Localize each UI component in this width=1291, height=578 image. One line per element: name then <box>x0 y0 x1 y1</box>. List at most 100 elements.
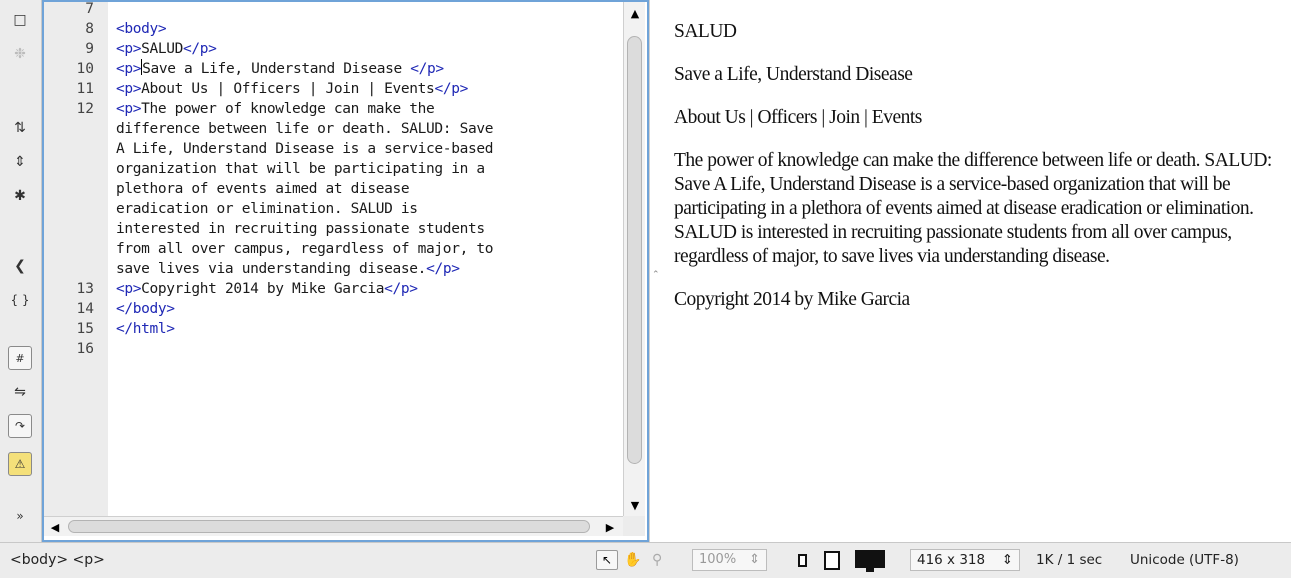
code-area[interactable]: <body> <p>SALUD</p> <p>Save a Life, Unders… <box>116 2 624 536</box>
select-arrows-icon: ⇕ <box>749 552 760 567</box>
expand-all-icon[interactable]: ✱ <box>8 184 32 208</box>
balance-braces-icon[interactable]: { } <box>8 288 32 312</box>
word-wrap-icon[interactable]: ↷ <box>8 414 32 438</box>
zoom-select[interactable]: 100% ⇕ <box>692 549 767 571</box>
code-line[interactable]: eradication or elimination. SALUD is <box>116 199 418 219</box>
vertical-scroll-thumb[interactable] <box>627 36 642 464</box>
code-text: Save a Life, Understand Disease <box>142 61 411 77</box>
select-arrows-icon: ⇕ <box>1001 552 1013 568</box>
code-line[interactable]: <p>The power of knowledge can make the <box>116 99 435 119</box>
line-number: 11 <box>76 81 94 97</box>
mobile-size-icon[interactable] <box>798 554 807 567</box>
desktop-size-icon[interactable] <box>855 550 885 568</box>
code-tag: </p> <box>426 261 460 277</box>
select-tool-icon[interactable]: ↖ <box>596 550 618 570</box>
code-tag: </p> <box>434 81 468 97</box>
line-number: 10 <box>76 61 94 77</box>
split-view-divider[interactable]: ⌃ <box>649 0 661 542</box>
vertical-scrollbar[interactable]: ▲ ▼ <box>623 2 645 516</box>
line-number: 8 <box>85 21 94 37</box>
code-line[interactable]: interested in recruiting passionate stud… <box>116 219 485 239</box>
code-line[interactable]: <p>SALUD</p> <box>116 39 217 59</box>
code-tag: </p> <box>410 61 444 77</box>
tablet-size-icon[interactable] <box>824 551 840 570</box>
code-line[interactable]: plethora of events aimed at disease <box>116 179 410 199</box>
line-number: 13 <box>76 281 94 297</box>
code-text: interested in recruiting passionate stud… <box>116 221 485 237</box>
code-line[interactable]: <body> <box>116 19 167 39</box>
code-text: About Us | Officers | Join | Events <box>141 81 435 97</box>
collapse-full-tag-icon[interactable]: ⇅ <box>8 116 32 140</box>
window-size-value: 416 x 318 <box>917 552 986 568</box>
scroll-left-icon[interactable]: ◀ <box>44 516 66 538</box>
tag-selector[interactable]: <body> <p> <box>10 552 105 568</box>
scroll-corner <box>623 516 645 536</box>
code-line[interactable]: A Life, Understand Disease is a service-… <box>116 139 493 159</box>
code-line[interactable]: <p>About Us | Officers | Join | Events</… <box>116 79 468 99</box>
design-paragraph[interactable]: Save a Life, Understand Disease <box>674 63 1286 87</box>
code-line[interactable]: </body> <box>116 299 175 319</box>
code-text: organization that will be participating … <box>116 161 485 177</box>
zoom-value: 100% <box>699 552 737 567</box>
zoom-tool-icon[interactable]: ⚲ <box>652 552 662 568</box>
line-number: 16 <box>76 341 94 357</box>
code-tag: </body> <box>116 301 175 317</box>
scroll-down-icon[interactable]: ▼ <box>624 494 646 516</box>
scroll-up-icon[interactable]: ▲ <box>624 2 646 24</box>
code-line[interactable]: <p>Save a Life, Understand Disease </p> <box>116 59 444 79</box>
code-text: plethora of events aimed at disease <box>116 181 410 197</box>
new-document-icon[interactable]: □ <box>8 8 32 32</box>
code-text: difference between life or death. SALUD:… <box>116 121 494 137</box>
code-tag: </p> <box>384 281 418 297</box>
hand-tool-icon[interactable]: ✋ <box>624 552 641 568</box>
divider-handle-icon[interactable]: ⌃ <box>652 270 660 280</box>
line-number: 9 <box>85 41 94 57</box>
code-line[interactable]: <p>Copyright 2014 by Mike Garcia</p> <box>116 279 418 299</box>
code-tag: <p> <box>116 61 142 77</box>
live-code-icon[interactable]: ❉ <box>8 42 32 66</box>
download-size: 1K / 1 sec <box>1036 552 1103 568</box>
encoding-label: Unicode (UTF-8) <box>1130 552 1239 568</box>
code-tag: <p> <box>116 101 142 117</box>
code-line[interactable]: </html> <box>116 319 175 339</box>
horizontal-scroll-thumb[interactable] <box>68 520 590 533</box>
code-line[interactable]: from all over campus, regardless of majo… <box>116 239 493 259</box>
code-tag: <p> <box>116 81 142 97</box>
line-number-gutter: 7 8 9 10 11 12 13 14 15 16 <box>44 2 108 536</box>
line-number: 12 <box>76 101 94 117</box>
line-number: 15 <box>76 321 94 337</box>
code-text: eradication or elimination. SALUD is <box>116 201 418 217</box>
highlight-invalid-code-icon[interactable]: ⇋ <box>8 380 32 404</box>
code-line[interactable]: difference between life or death. SALUD:… <box>116 119 493 139</box>
line-number: 14 <box>76 301 94 317</box>
collapse-selection-icon[interactable]: ⇕ <box>8 150 32 174</box>
code-line[interactable]: organization that will be participating … <box>116 159 485 179</box>
status-bar: <body> <p> ↖ ✋ ⚲ 100% ⇕ 416 x 318 ⇕ 1K / 1… <box>0 542 1291 578</box>
coding-toolbar: □ ❉ ⇅ ⇕ ✱ ❮ { } # ⇋ ↷ ⚠ » <box>0 0 42 542</box>
scroll-right-icon[interactable]: ▶ <box>599 516 621 538</box>
desktop-stand <box>866 568 874 572</box>
code-tag: <p> <box>116 281 142 297</box>
code-text: from all over campus, regardless of majo… <box>116 241 494 257</box>
window-size-select[interactable]: 416 x 318 ⇕ <box>910 549 1020 571</box>
design-paragraph[interactable]: SALUD <box>674 20 1286 44</box>
design-view[interactable]: SALUD Save a Life, Understand Disease Ab… <box>661 0 1291 542</box>
code-tag: </p> <box>183 41 217 57</box>
code-text: Copyright 2014 by Mike Garcia <box>141 281 385 297</box>
code-text: SALUD <box>141 41 184 57</box>
line-number: 7 <box>85 1 94 17</box>
horizontal-scrollbar[interactable]: ◀ ▶ <box>44 516 623 536</box>
code-text: The power of knowledge can make the <box>141 101 435 117</box>
syntax-error-alerts-icon[interactable]: ⚠ <box>8 452 32 476</box>
design-paragraph[interactable]: Copyright 2014 by Mike Garcia <box>674 288 1286 312</box>
select-parent-tag-icon[interactable]: ❮ <box>8 254 32 278</box>
code-line[interactable]: save lives via understanding disease.</p… <box>116 259 460 279</box>
code-editor[interactable]: 7 8 9 10 11 12 13 14 15 16 <body> <p>SALUD</p> <p>S… <box>42 0 649 542</box>
design-paragraph[interactable]: About Us | Officers | Join | Events <box>674 106 1286 130</box>
code-tag: </html> <box>116 321 175 337</box>
code-tag: <p> <box>116 41 142 57</box>
code-text: A Life, Understand Disease is a service-… <box>116 141 494 157</box>
more-icon[interactable]: » <box>8 504 32 528</box>
design-paragraph[interactable]: The power of knowledge can make the diff… <box>674 149 1286 269</box>
line-numbers-icon[interactable]: # <box>8 346 32 370</box>
